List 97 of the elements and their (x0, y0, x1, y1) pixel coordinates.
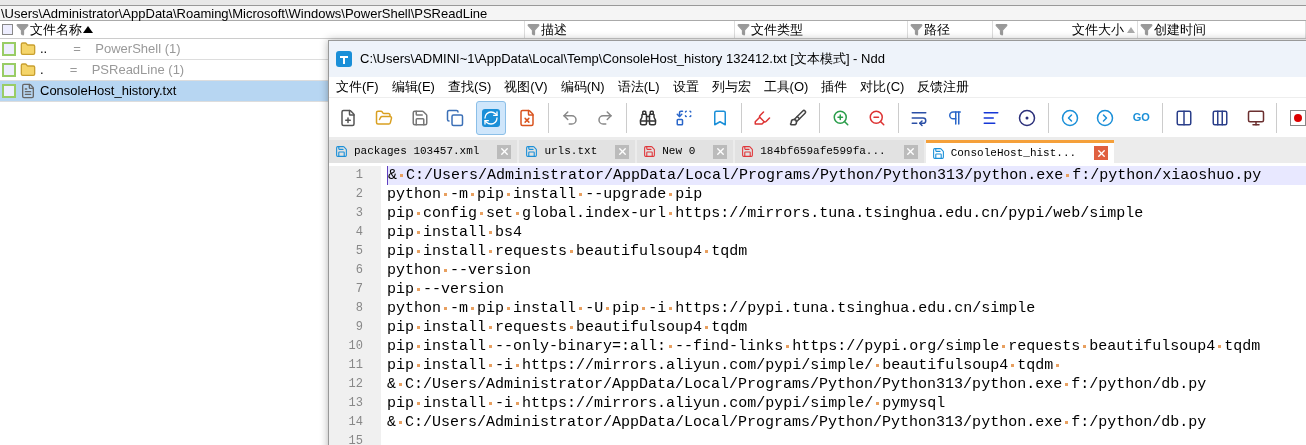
code-line: python -m pip install -U pip -i https://pypi.tuna.tsinghua.edu.cn/simple (387, 299, 1037, 318)
line-number: 9 (354, 319, 364, 336)
code-line: pip config set global.index-url https://mirrors.tuna.tsinghua.edu.cn/pypi/web/simple (387, 204, 1145, 223)
sync-icon (482, 108, 501, 127)
line-number: 15 (347, 433, 364, 445)
line-number: 4 (354, 224, 364, 241)
line-number: 6 (354, 262, 364, 279)
menu-item[interactable]: 反馈注册 (912, 77, 975, 97)
close-icon[interactable] (497, 144, 512, 159)
file-tab[interactable]: ConsoleHost_hist... (925, 140, 1115, 163)
menu-item[interactable]: 编码(N) (555, 77, 610, 97)
file-tab[interactable]: packages 103457.xml (329, 140, 518, 163)
floppy-icon (335, 145, 348, 158)
code-line: pip install requests beautifulsoup4 tqdm (387, 318, 749, 337)
file-tab[interactable]: New 0 (637, 140, 734, 163)
path-bar: \Users\Administrator\AppData\Roaming\Microsoft\Windows\PowerShell\PSReadLine (0, 6, 1306, 21)
file-name: ConsoleHost_history.txt (40, 82, 177, 101)
line-number: 1 (354, 167, 364, 184)
code-line: pip --version (387, 280, 506, 299)
filter-icon[interactable] (737, 23, 750, 36)
code-line: python -m pip install --upgrade pip (387, 185, 704, 204)
code-line: pip install -i https://mirrors.aliyun.com/pypi/simple/ pymysql (387, 394, 947, 413)
floppy-icon (525, 145, 539, 158)
filter-icon[interactable] (995, 23, 1008, 36)
filter-icon[interactable] (910, 23, 923, 36)
go-button[interactable]: GO (1126, 100, 1157, 135)
file-name: .. (40, 40, 48, 59)
code-line: pip install requests beautifulsoup4 tqdm (387, 242, 749, 261)
file-icon (20, 83, 36, 99)
code-line: pip install -i https://mirrors.aliyun.com/pypi/simple/ beautifulsoup4 tqdm (387, 356, 1306, 375)
line-number: 12 (347, 376, 364, 393)
menu-item[interactable]: 语法(L) (612, 77, 665, 97)
code-line: python --version (387, 261, 533, 280)
close-icon[interactable] (713, 144, 728, 159)
columns-icon (1210, 108, 1229, 127)
filter-icon[interactable] (16, 23, 29, 36)
replace-icon (674, 108, 693, 127)
line-number: 5 (354, 243, 364, 260)
find-icon (639, 108, 658, 127)
new-file-icon (338, 108, 357, 127)
line-number: 2 (354, 186, 364, 203)
next-icon (1096, 108, 1115, 127)
line-number: 8 (354, 300, 364, 317)
zoom-in-icon (831, 108, 850, 127)
monitor-icon (1246, 108, 1265, 127)
previous-icon (1060, 108, 1079, 127)
close-file-icon (517, 108, 536, 127)
line-number: 7 (354, 281, 364, 298)
checkbox[interactable] (2, 24, 13, 35)
folder-link: = PowerShell (1) (73, 40, 181, 59)
floppy-icon (931, 146, 945, 160)
folder-icon (374, 108, 393, 127)
menu-item[interactable]: 工具(O) (758, 77, 814, 97)
column-header[interactable]: 文件大小 (993, 21, 1138, 38)
line-number: 14 (347, 414, 364, 431)
checkbox[interactable] (2, 42, 16, 56)
save-icon (410, 108, 429, 127)
filter-icon[interactable] (527, 23, 540, 36)
file-tab[interactable]: urls.txt (519, 140, 636, 163)
menu-item[interactable]: 列与宏 (706, 77, 756, 97)
menu-item[interactable]: 对比(C) (855, 77, 910, 97)
menu-item[interactable]: 设置 (667, 77, 704, 97)
target-icon (1017, 108, 1036, 127)
column-header[interactable]: 文件类型 (735, 21, 908, 38)
code-line: & C:/Users/Administrator/AppData/Local/Programs/Python/Python313/python.exe f:/python/db.py (387, 375, 1208, 394)
file-tab[interactable]: 184bf659afe599fa... (735, 140, 924, 163)
folder-icon (20, 62, 36, 78)
folder-icon (20, 41, 36, 57)
close-icon[interactable] (903, 144, 918, 159)
menu-item[interactable]: 插件 (816, 77, 853, 97)
folder-link: = PSReadLine (1) (69, 61, 185, 80)
app-icon (336, 51, 352, 67)
undo-icon (560, 108, 579, 127)
column-header[interactable]: 创建时间 (1138, 21, 1306, 38)
floppy-icon (741, 145, 755, 158)
brush-icon (789, 108, 808, 127)
line-number: 11 (347, 357, 364, 374)
code-line: pip install --only-binary=:all: --find-links https://pypi.org/simple requests beautifulsoup4 tqdm (387, 337, 1262, 356)
floppy-icon (643, 145, 657, 158)
column-header[interactable]: 路径 (908, 21, 993, 38)
redo-icon (596, 108, 615, 127)
line-number: 13 (347, 395, 364, 412)
checkbox[interactable] (2, 84, 16, 98)
save-all-icon (446, 108, 465, 127)
split-icon (1174, 108, 1193, 127)
filter-icon[interactable] (1140, 23, 1153, 36)
close-icon[interactable] (1094, 146, 1109, 160)
checkbox[interactable] (2, 63, 16, 77)
code-line: pip install bs4 (387, 223, 524, 242)
marker-icon (753, 108, 772, 127)
close-icon[interactable] (615, 144, 630, 159)
zoom-out-icon (867, 108, 886, 127)
file-name: . (40, 61, 44, 80)
line-number: 3 (354, 205, 364, 222)
column-header[interactable]: 描述 (525, 21, 735, 38)
code-line: & C:/Users/Administrator/AppData/Local/Programs/Python/Python313/python.exe f:/python/db.py (387, 413, 1208, 432)
line-number: 10 (347, 338, 364, 355)
